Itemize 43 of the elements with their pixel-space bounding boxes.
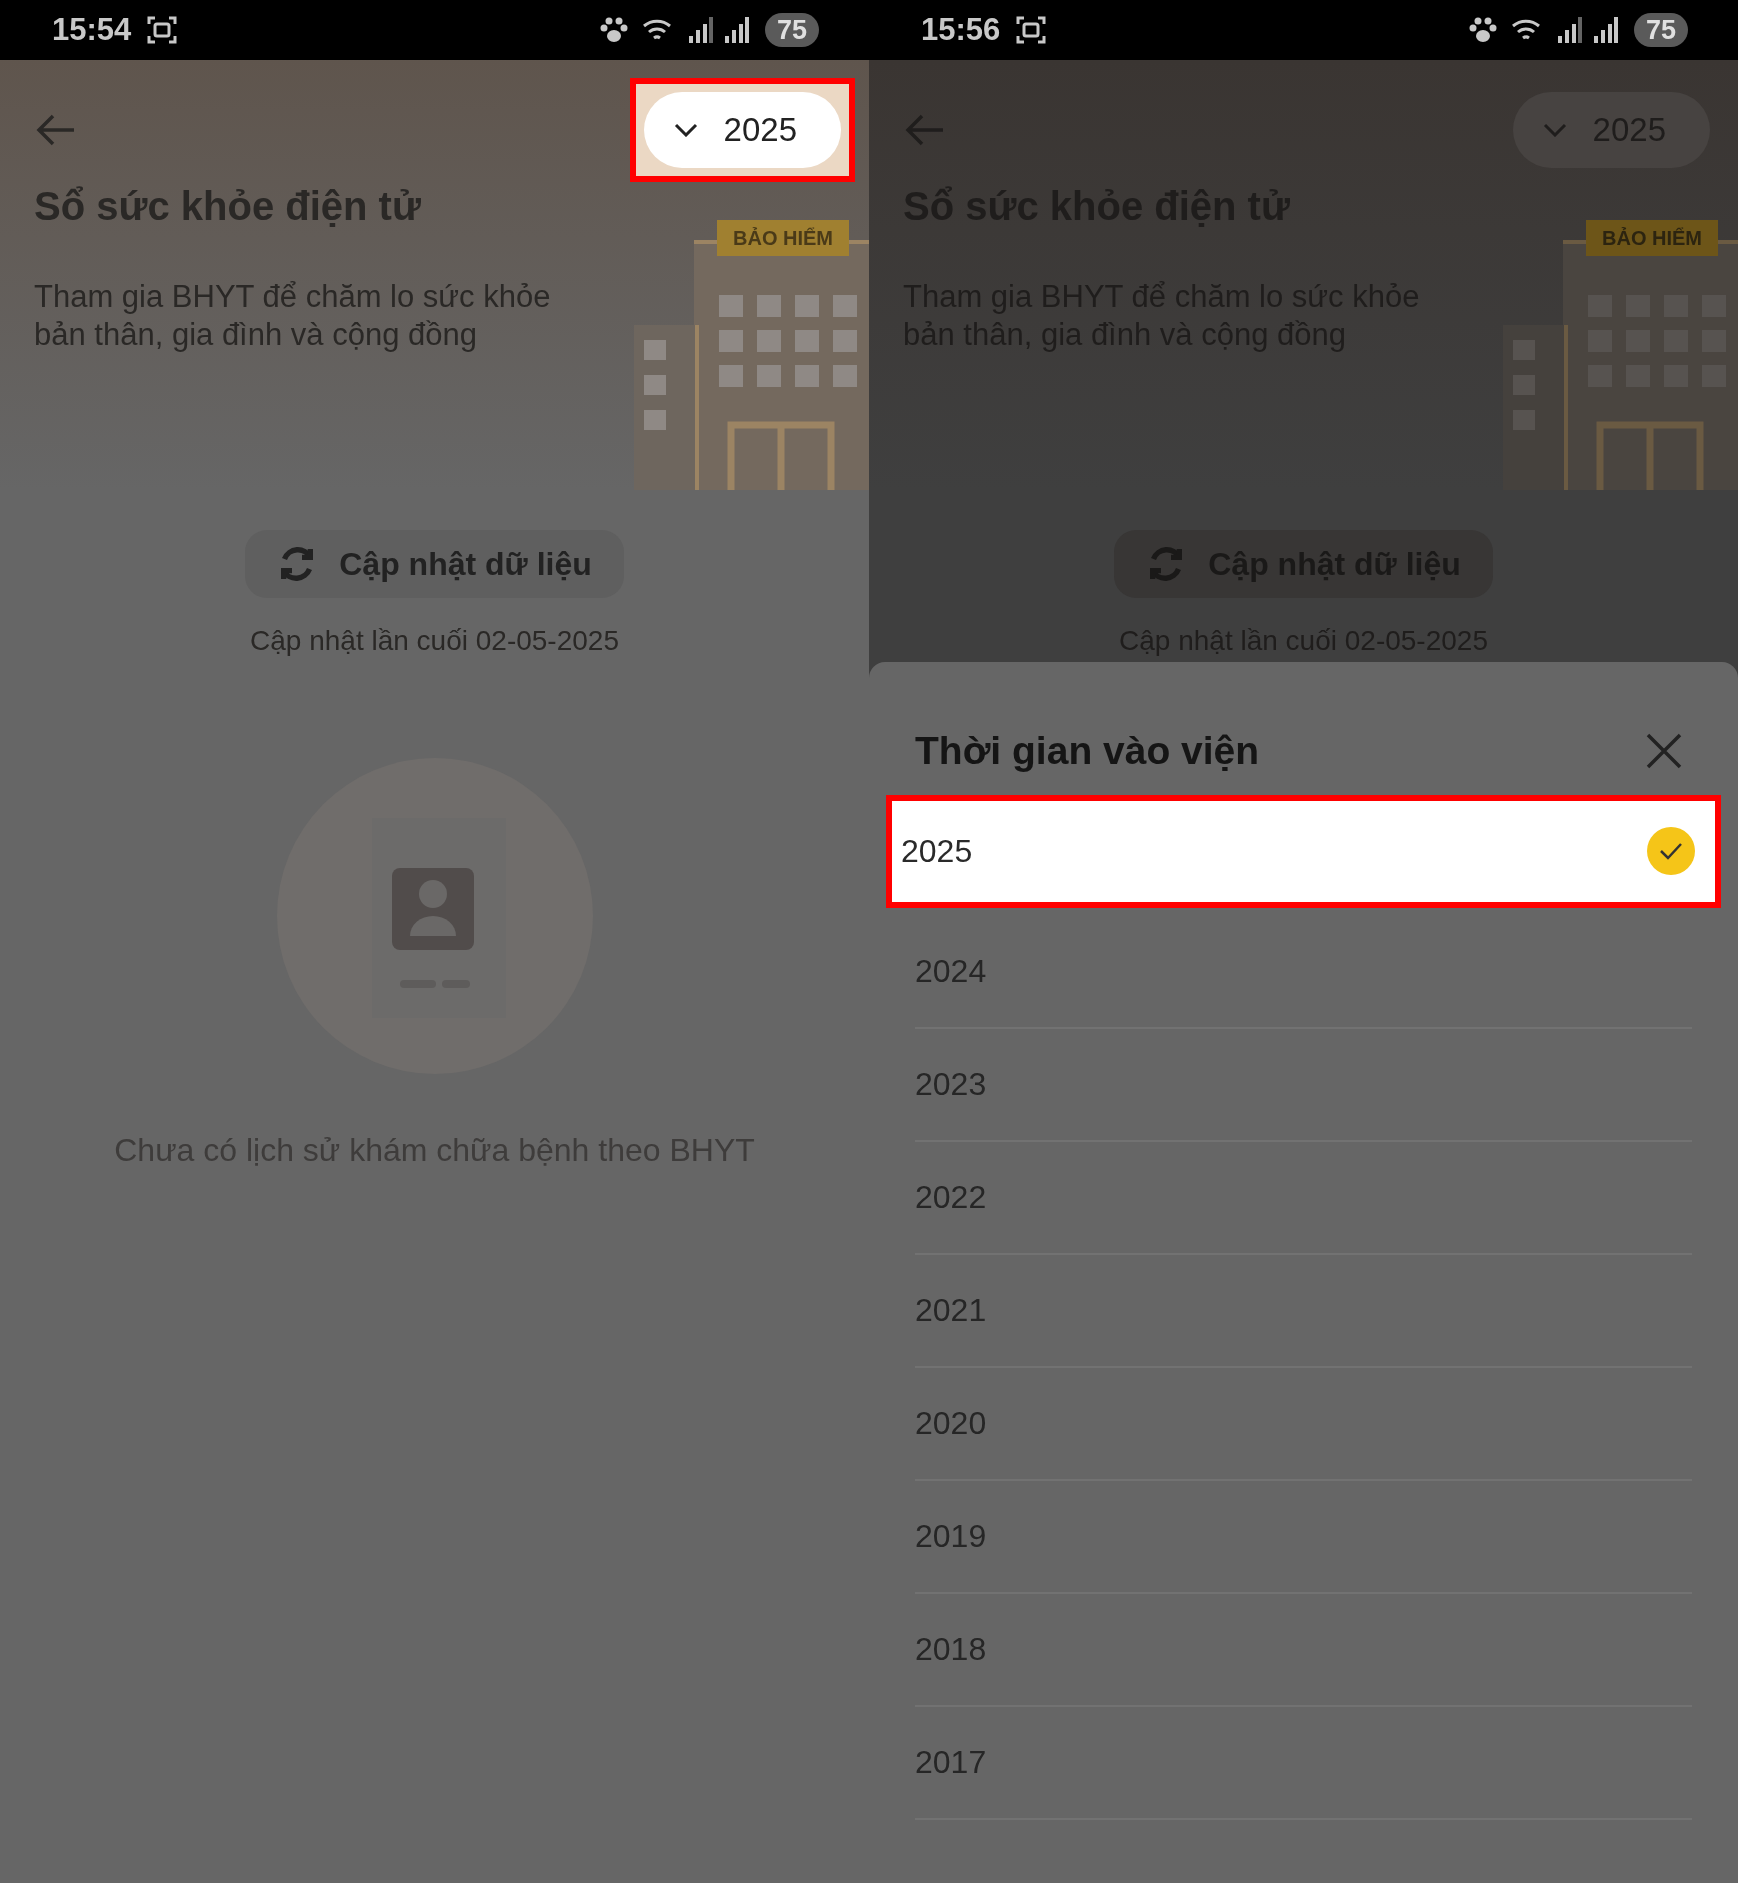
year-label: 2024 (915, 952, 987, 991)
signal-icon (688, 17, 713, 43)
check-icon (1647, 827, 1695, 875)
signal-icon (724, 17, 749, 43)
screenshot-icon (1016, 15, 1047, 45)
sheet-title: Thời gian vào viện (915, 728, 1260, 774)
back-arrow-icon[interactable] (905, 113, 945, 147)
year-option[interactable]: 2025 (886, 794, 1721, 908)
year-option[interactable]: 2024 (915, 915, 1692, 1029)
close-icon[interactable] (1646, 733, 1682, 770)
sign-label: BẢO HIỂM (717, 220, 849, 256)
year-picker[interactable]: 2025 (643, 92, 841, 168)
chevron-down-icon (1542, 123, 1567, 137)
year-option[interactable]: 2020 (915, 1367, 1692, 1481)
paw-icon (1467, 17, 1498, 43)
clock-time: 15:56 (921, 10, 1001, 49)
year-label: 2017 (915, 1743, 987, 1782)
last-updated-text: Cập nhật lần cuối 02-05-2025 (250, 624, 619, 658)
year-option[interactable]: 2017 (915, 1706, 1692, 1820)
year-option[interactable]: 2021 (915, 1254, 1692, 1368)
back-arrow-icon[interactable] (36, 113, 76, 147)
year-option[interactable]: 2019 (915, 1480, 1692, 1594)
screenshot-icon (147, 15, 178, 45)
signal-icon (1593, 17, 1618, 43)
paw-icon (598, 17, 629, 43)
chevron-down-icon (673, 123, 698, 137)
signal-icon (1557, 17, 1582, 43)
battery-indicator: 75 (1633, 13, 1688, 47)
year-label: 2022 (915, 1178, 987, 1217)
year-option[interactable]: 2018 (915, 1593, 1692, 1707)
year-option[interactable]: 2023 (915, 1028, 1692, 1142)
year-label: 2021 (915, 1291, 987, 1330)
sign-label: BẢO HIỂM (1586, 220, 1718, 256)
description-text: Tham gia BHYT để chăm lo sức khỏe bản thân, gia đình và cộng đồng (33, 278, 552, 354)
year-label: 2020 (915, 1404, 987, 1443)
year-label: 2025 (901, 832, 973, 871)
year-label: 2023 (915, 1065, 987, 1104)
year-option[interactable]: 2022 (915, 1141, 1692, 1255)
battery-indicator: 75 (764, 13, 819, 47)
year-label: 2019 (915, 1517, 987, 1556)
clock-time: 15:54 (52, 10, 132, 49)
year-label: 2018 (915, 1630, 987, 1669)
refresh-button[interactable]: Cập nhật dữ liệu (245, 530, 624, 598)
